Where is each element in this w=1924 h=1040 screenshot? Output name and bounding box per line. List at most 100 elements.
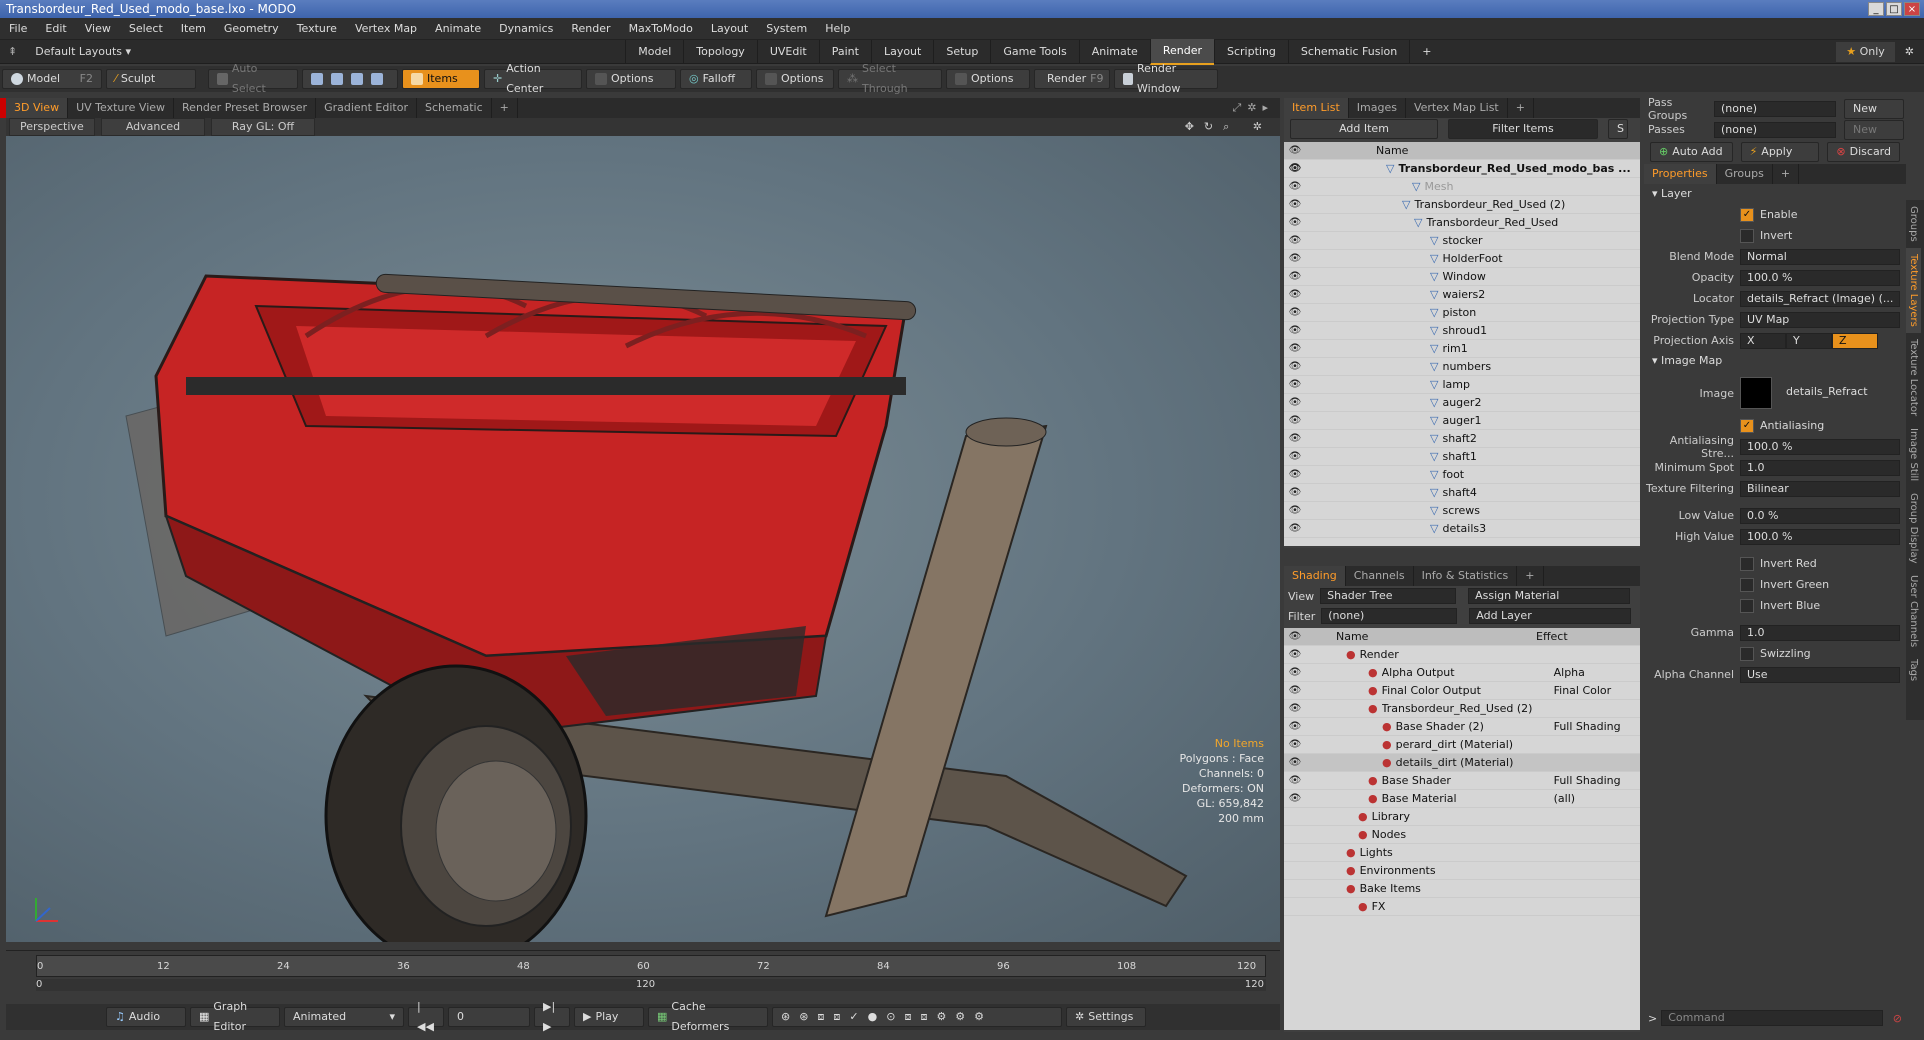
eye-icon[interactable]: 👁 [1284, 793, 1306, 804]
shading-filter-dropdown[interactable]: (none) [1321, 608, 1458, 624]
filter-s-button[interactable]: S [1608, 119, 1628, 139]
tab-properties[interactable]: Properties [1644, 164, 1717, 184]
eye-icon[interactable]: 👁 [1284, 397, 1306, 408]
add-properties-tab-button[interactable]: + [1773, 164, 1800, 184]
sculpt-button[interactable]: ⁄ Sculpt [106, 69, 196, 89]
eye-icon[interactable]: 👁 [1284, 685, 1306, 696]
name-column-header[interactable]: Name [1376, 144, 1408, 157]
side-tab-group-display[interactable]: Group Display [1906, 487, 1921, 569]
invert-blue-checkbox[interactable] [1740, 598, 1754, 613]
model-mode-button[interactable]: Model F2 [2, 69, 102, 89]
eye-icon[interactable]: 👁 [1284, 649, 1306, 660]
axis-y-button[interactable]: Y [1786, 332, 1832, 349]
item-row[interactable]: 👁 ▽ shaft4 [1284, 484, 1640, 502]
side-tab-texture-locator[interactable]: Texture Locator [1906, 333, 1921, 422]
shader-tree-dropdown[interactable]: Shader Tree [1320, 588, 1457, 604]
shader-row[interactable]: 👁 ● details_dirt (Material) [1284, 754, 1640, 772]
item-row[interactable]: 👁 ▽ screws [1284, 502, 1640, 520]
tab-render-preset-browser[interactable]: Render Preset Browser [174, 98, 317, 118]
effect-column[interactable]: Effect [1536, 630, 1568, 643]
timeline-ruler[interactable]: 0 12 24 36 48 60 72 84 96 108 120 [36, 955, 1266, 977]
eye-icon[interactable]: 👁 [1284, 379, 1306, 390]
eye-icon[interactable]: 👁 [1284, 181, 1306, 192]
item-row[interactable]: 👁 ▽ waiers2 [1284, 286, 1640, 304]
shader-row[interactable]: 👁 ● Final Color Output Final Color [1284, 682, 1640, 700]
item-row[interactable]: 👁 ▽ piston [1284, 304, 1640, 322]
aa-strength-field[interactable]: 100.0 % [1740, 438, 1900, 455]
add-shading-tab-button[interactable]: + [1517, 566, 1544, 586]
item-row[interactable]: 👁 ▽ details3 [1284, 520, 1640, 538]
maximize-button[interactable]: □ [1886, 2, 1902, 16]
antialiasing-checkbox[interactable]: ✓ [1740, 418, 1754, 433]
opacity-field[interactable]: 100.0 % [1740, 269, 1900, 286]
polygons-mode-icon[interactable] [351, 73, 363, 85]
tab-channels[interactable]: Channels [1346, 566, 1414, 586]
image-thumbnail[interactable] [1740, 377, 1772, 409]
new-pass-group-button[interactable]: New [1844, 98, 1904, 119]
axis-z-button[interactable]: Z [1832, 332, 1878, 349]
invert-checkbox[interactable] [1740, 228, 1754, 243]
eye-icon[interactable]: 👁 [1284, 217, 1306, 228]
eye-icon[interactable]: 👁 [1284, 433, 1306, 444]
eye-icon[interactable]: 👁 [1284, 343, 1306, 354]
item-row[interactable]: 👁 ▽ HolderFoot [1284, 250, 1640, 268]
minimize-button[interactable]: _ [1868, 2, 1884, 16]
item-row[interactable]: 👁 ▽ foot [1284, 466, 1640, 484]
falloff-button[interactable]: ◎ Falloff [680, 69, 752, 89]
pass-groups-dropdown[interactable]: (none) [1714, 100, 1836, 117]
shader-row[interactable]: ● Library [1284, 808, 1640, 826]
render-button[interactable]: Render F9 [1034, 69, 1110, 89]
first-frame-button[interactable]: |◀◀ [408, 1000, 444, 1033]
vertices-mode-icon[interactable] [311, 73, 323, 85]
image-map-section-header[interactable]: ▾ Image Map [1644, 351, 1906, 371]
add-item-dropdown[interactable]: Add Item [1290, 119, 1438, 139]
shader-row[interactable]: 👁 ● Render [1284, 646, 1640, 664]
menu-file[interactable]: File [0, 18, 36, 40]
stop-icon[interactable]: ⊘ [1893, 1012, 1902, 1025]
shader-effect[interactable]: (all) [1554, 792, 1575, 805]
side-tab-groups[interactable]: Groups [1906, 200, 1921, 248]
tab-uv-texture-view[interactable]: UV Texture View [68, 98, 175, 118]
image-dropdown[interactable]: details_Refract [1780, 385, 1900, 401]
view-type-dropdown[interactable]: Perspective [9, 118, 95, 136]
tab-3d-view[interactable]: 3D View [6, 98, 69, 118]
menu-item[interactable]: Item [172, 18, 215, 40]
layout-preset-dropdown[interactable]: Default Layouts ▾ [25, 45, 625, 58]
select-through-button[interactable]: ⁂ Select Through [838, 62, 942, 95]
shader-row[interactable]: ● Bake Items [1284, 880, 1640, 898]
eye-icon[interactable]: 👁 [1284, 775, 1306, 786]
shader-row[interactable]: ● Nodes [1284, 826, 1640, 844]
eye-icon[interactable]: 👁 [1284, 505, 1306, 516]
shader-row[interactable]: 👁 ● perard_dirt (Material) [1284, 736, 1640, 754]
filter-items-input[interactable]: Filter Items [1448, 119, 1598, 139]
eye-icon[interactable]: 👁 [1284, 469, 1306, 480]
shading-mode-dropdown[interactable]: Advanced [101, 118, 205, 136]
render-window-button[interactable]: Render Window [1114, 62, 1218, 95]
select-through-options-button[interactable]: Options [946, 69, 1030, 89]
high-value-field[interactable]: 100.0 % [1740, 528, 1900, 545]
eye-icon[interactable]: 👁 [1284, 325, 1306, 336]
falloff-options-button[interactable]: Options [756, 69, 834, 89]
shader-row[interactable]: 👁 ● Base Shader (2) Full Shading [1284, 718, 1640, 736]
assign-material-button[interactable]: Assign Material [1468, 588, 1631, 604]
eye-icon[interactable]: 👁 [1284, 253, 1306, 264]
menu-system[interactable]: System [757, 18, 816, 40]
tab-uvedit[interactable]: UVEdit [756, 39, 819, 64]
texture-filtering-dropdown[interactable]: Bilinear [1740, 480, 1900, 497]
invert-red-checkbox[interactable] [1740, 556, 1754, 571]
item-row[interactable]: 👁 ▽ shroud1 [1284, 322, 1640, 340]
menu-edit[interactable]: Edit [36, 18, 75, 40]
action-center-options-button[interactable]: Options [586, 69, 676, 89]
add-panel-tab-button[interactable]: + [1508, 98, 1534, 118]
menu-vertex-map[interactable]: Vertex Map [346, 18, 426, 40]
item-row[interactable]: 👁 ▽ numbers [1284, 358, 1640, 376]
item-row[interactable]: 👁 ▽ auger2 [1284, 394, 1640, 412]
side-tab-texture-layers[interactable]: Texture Layers [1906, 247, 1921, 333]
graph-editor-button[interactable]: ▦ Graph Editor [190, 1000, 280, 1033]
swizzling-checkbox[interactable] [1740, 646, 1754, 661]
menu-dynamics[interactable]: Dynamics [490, 18, 562, 40]
discard-button[interactable]: ⊗ Discard [1827, 142, 1900, 162]
tab-topology[interactable]: Topology [683, 39, 757, 64]
shader-row[interactable]: 👁 ● Alpha Output Alpha [1284, 664, 1640, 682]
key-tools-group[interactable]: ⊛⊛⧈⧈✓●⊙⧈⧈⚙⚙⚙ [772, 1007, 1062, 1027]
